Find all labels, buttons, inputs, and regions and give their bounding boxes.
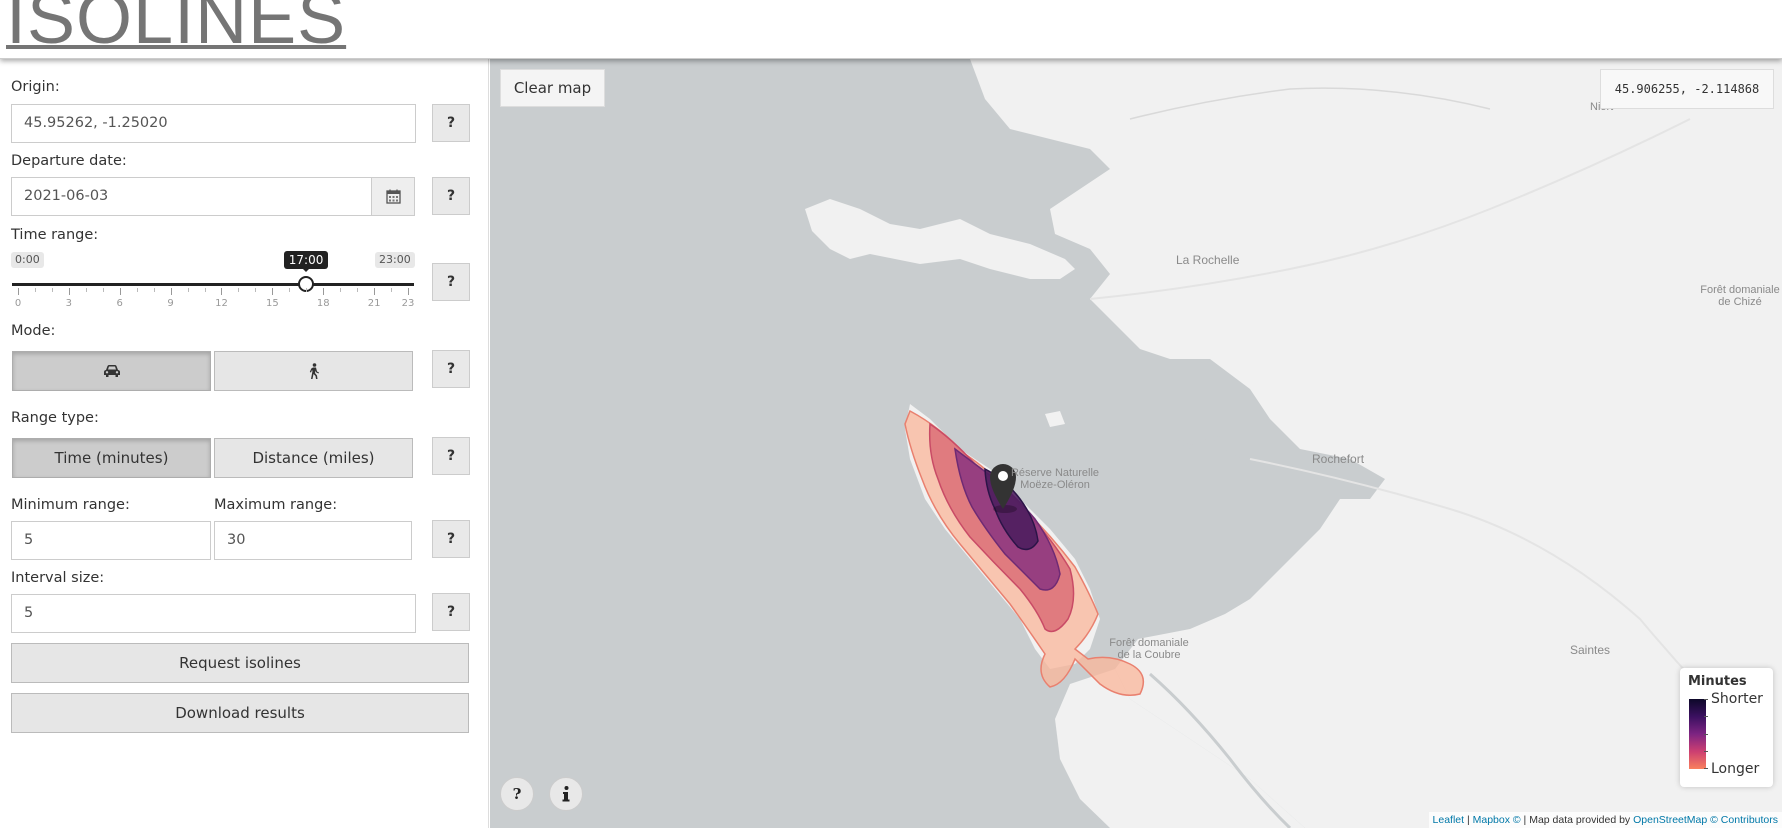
slider-min-label: 0:00: [11, 252, 44, 268]
slider-tick: [272, 288, 274, 295]
slider-tick: [119, 288, 121, 295]
departure-date-label: Departure date:: [11, 153, 127, 169]
slider-tick-label: 9: [167, 298, 174, 309]
osm-link[interactable]: OpenStreetMap © Contributors: [1633, 814, 1778, 826]
slider-current-label: 17:00: [283, 251, 329, 272]
car-icon: [103, 365, 120, 377]
slider-tick: [204, 288, 206, 292]
mode-help-button[interactable]: ?: [432, 350, 470, 388]
legend: Minutes Shorter Longer: [1680, 668, 1773, 787]
slider-tick: [340, 288, 342, 292]
range-type-time-button[interactable]: Time (minutes): [12, 438, 211, 478]
origin-help-button[interactable]: ?: [432, 104, 470, 142]
map-tiles[interactable]: [490, 59, 1782, 828]
slider-tick-label: 23: [401, 298, 415, 309]
download-results-button[interactable]: Download results: [11, 693, 469, 733]
request-isolines-button[interactable]: Request isolines: [11, 643, 469, 683]
slider-tick-label: 18: [316, 298, 330, 309]
range-type-label: Range type:: [11, 410, 99, 426]
map-info-button[interactable]: [549, 777, 583, 811]
legend-tick: [1704, 716, 1708, 717]
slider-tick: [85, 288, 87, 292]
legend-longer-label: Longer: [1711, 761, 1760, 777]
range-type-help-button[interactable]: ?: [432, 437, 470, 475]
time-range-help-button[interactable]: ?: [432, 263, 470, 301]
origin-input[interactable]: 45.95262, -1.25020: [11, 104, 416, 143]
slider-tick: [391, 288, 393, 292]
clear-map-button[interactable]: Clear map: [500, 69, 605, 107]
slider-tick: [68, 288, 70, 295]
mode-label: Mode:: [11, 323, 56, 339]
walking-icon: [309, 363, 319, 379]
slider-tick: [238, 288, 240, 292]
slider-tick: [306, 288, 308, 292]
legend-tick: [1704, 768, 1708, 769]
origin-label: Origin:: [11, 79, 60, 95]
legend-tick: [1704, 699, 1708, 700]
mapbox-link[interactable]: Mapbox ©: [1473, 814, 1521, 826]
map-attribution: Leaflet | Mapbox © | Map data provided b…: [1428, 812, 1782, 828]
range-help-button[interactable]: ?: [432, 520, 470, 558]
slider-max-label: 23:00: [375, 252, 415, 268]
slider-tick: [136, 288, 138, 292]
slider-tick: [51, 288, 53, 292]
slider-tick: [170, 288, 172, 295]
place-foret-coubre: Forêt domaniale de la Coubre: [1109, 637, 1189, 661]
calendar-icon: [385, 189, 401, 204]
leaflet-link[interactable]: Leaflet: [1433, 814, 1465, 826]
slider-tick: [221, 288, 223, 295]
slider-tick: [374, 288, 376, 295]
legend-tick: [1704, 734, 1708, 735]
slider-tick-label: 21: [367, 298, 381, 309]
legend-shorter-label: Shorter: [1711, 691, 1763, 707]
maximum-range-label: Maximum range:: [214, 497, 338, 513]
calendar-button[interactable]: [371, 177, 415, 216]
coordinates-display: 45.906255, -2.114868: [1600, 69, 1774, 109]
slider-tick-label: 15: [265, 298, 279, 309]
place-la-rochelle: La Rochelle: [1176, 253, 1240, 267]
minimum-range-input[interactable]: 5: [11, 521, 211, 560]
time-range-slider-track[interactable]: [12, 283, 414, 286]
place-foret-chize: Forêt domaniale de Chizé: [1700, 284, 1780, 308]
minimum-range-label: Minimum range:: [11, 497, 130, 513]
slider-tick: [408, 288, 409, 295]
range-type-distance-button[interactable]: Distance (miles): [214, 438, 413, 478]
mode-walk-button[interactable]: [214, 351, 413, 391]
departure-date-help-button[interactable]: ?: [432, 177, 470, 215]
slider-tick: [34, 288, 36, 292]
interval-size-label: Interval size:: [11, 570, 105, 586]
slider-tick: [357, 288, 359, 292]
interval-help-button[interactable]: ?: [432, 593, 470, 631]
slider-tick: [187, 288, 189, 292]
slider-tick: [153, 288, 155, 292]
place-saintes: Saintes: [1570, 643, 1611, 657]
app-title[interactable]: ISOLINES: [6, 0, 346, 55]
legend-tick: [1704, 751, 1708, 752]
map-help-button[interactable]: ?: [500, 777, 534, 811]
departure-date-input[interactable]: 2021-06-03: [11, 177, 372, 216]
legend-title: Minutes: [1688, 674, 1747, 689]
slider-tick-label: 3: [65, 298, 73, 309]
time-range-label: Time range:: [11, 227, 99, 243]
slider-tick: [102, 288, 104, 292]
mode-car-button[interactable]: [12, 351, 211, 391]
slider-tick: [18, 288, 19, 295]
interval-size-input[interactable]: 5: [11, 594, 416, 633]
slider-tick-label: 0: [14, 298, 22, 309]
slider-tick: [289, 288, 291, 292]
maximum-range-input[interactable]: 30: [214, 521, 412, 560]
place-reserve-moeze-oleron: Réserve Naturelle Moëze-Oléron: [1010, 467, 1100, 491]
place-rochefort: Rochefort: [1312, 452, 1365, 466]
map[interactable]: Niort La Rochelle Forêt domanialede Chiz…: [490, 59, 1782, 828]
slider-tick-label: 6: [116, 298, 123, 309]
info-icon: [562, 786, 570, 802]
slider-tick: [323, 288, 325, 295]
slider-tick: [255, 288, 257, 292]
sidebar: Origin: 45.95262, -1.25020 ? Departure d…: [0, 59, 489, 828]
app-header: ISOLINES: [0, 0, 1782, 59]
slider-tick-label: 12: [215, 298, 228, 309]
